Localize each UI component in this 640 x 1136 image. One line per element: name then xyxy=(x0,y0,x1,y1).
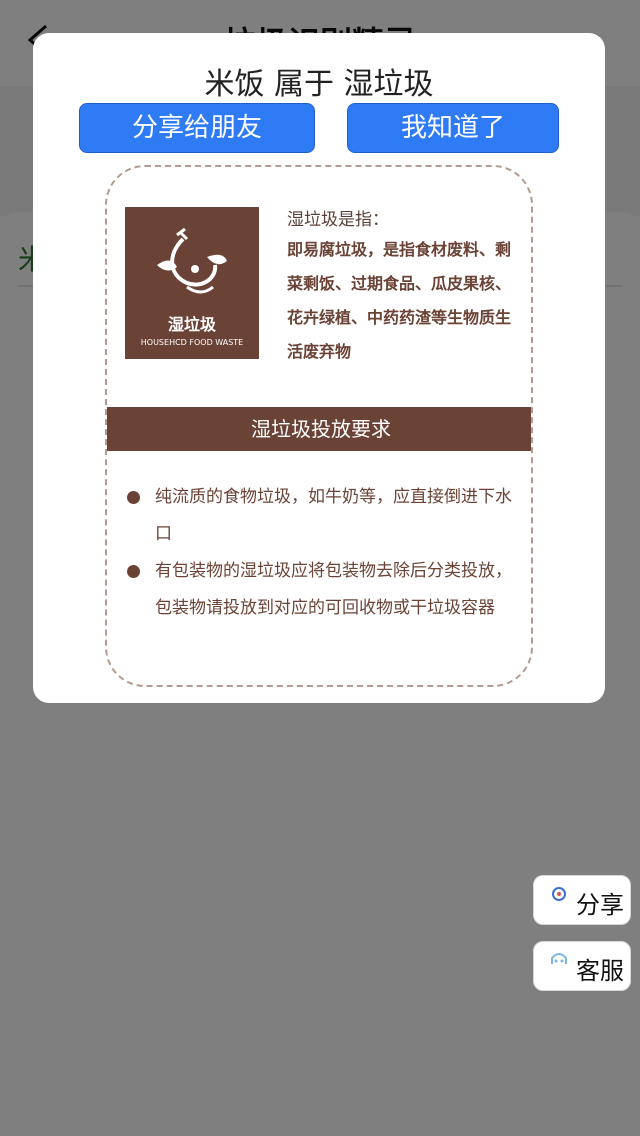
definition-body: 即易腐垃圾，是指食材废料、剩菜剩饭、过期食品、瓜皮果核、花卉绿植、中药药渣等生物… xyxy=(287,240,512,361)
logo-title: 湿垃圾 xyxy=(167,315,216,334)
customer-service-label: 客服 xyxy=(576,957,624,985)
customer-service-icon xyxy=(551,953,567,964)
wet-waste-logo: 湿垃圾 HOUSEHCD FOOD WASTE xyxy=(125,207,259,359)
requirements-heading: 湿垃圾投放要求 xyxy=(107,407,531,451)
rule-text: 纯流质的食物垃圾，如牛奶等，应直接倒进下水口 xyxy=(155,487,512,544)
bullet-icon xyxy=(127,565,140,578)
rules-list: 纯流质的食物垃圾，如牛奶等，应直接倒进下水口 有包装物的湿垃圾应将包装物去除后分… xyxy=(125,479,515,627)
result-dialog: 米饭 属于 湿垃圾 分享给朋友 我知道了 湿垃圾 HOUSEHCD FOOD W… xyxy=(33,33,605,703)
rule-text: 有包装物的湿垃圾应将包装物去除后分类投放，包装物请投放到对应的可回收物或干垃圾容… xyxy=(155,561,512,618)
result-title: 米饭 属于 湿垃圾 xyxy=(204,67,434,102)
customer-service-button[interactable]: 客服 xyxy=(533,941,631,991)
definition-heading: 湿垃圾是指： xyxy=(287,210,389,230)
share-button[interactable]: 分享 xyxy=(533,875,631,925)
food-waste-icon xyxy=(157,227,227,294)
share-label: 分享 xyxy=(576,891,624,919)
logo-subtitle: HOUSEHCD FOOD WASTE xyxy=(140,338,244,347)
share-icon xyxy=(552,887,566,901)
list-item: 纯流质的食物垃圾，如牛奶等，应直接倒进下水口 xyxy=(125,479,515,553)
share-to-friend-button[interactable]: 分享给朋友 xyxy=(79,103,315,153)
bullet-icon xyxy=(127,491,140,504)
list-item: 有包装物的湿垃圾应将包装物去除后分类投放，包装物请投放到对应的可回收物或干垃圾容… xyxy=(125,553,515,627)
got-it-button[interactable]: 我知道了 xyxy=(347,103,559,153)
category-poster: 湿垃圾 HOUSEHCD FOOD WASTE 湿垃圾是指： 即易腐垃圾，是指食… xyxy=(105,165,533,687)
